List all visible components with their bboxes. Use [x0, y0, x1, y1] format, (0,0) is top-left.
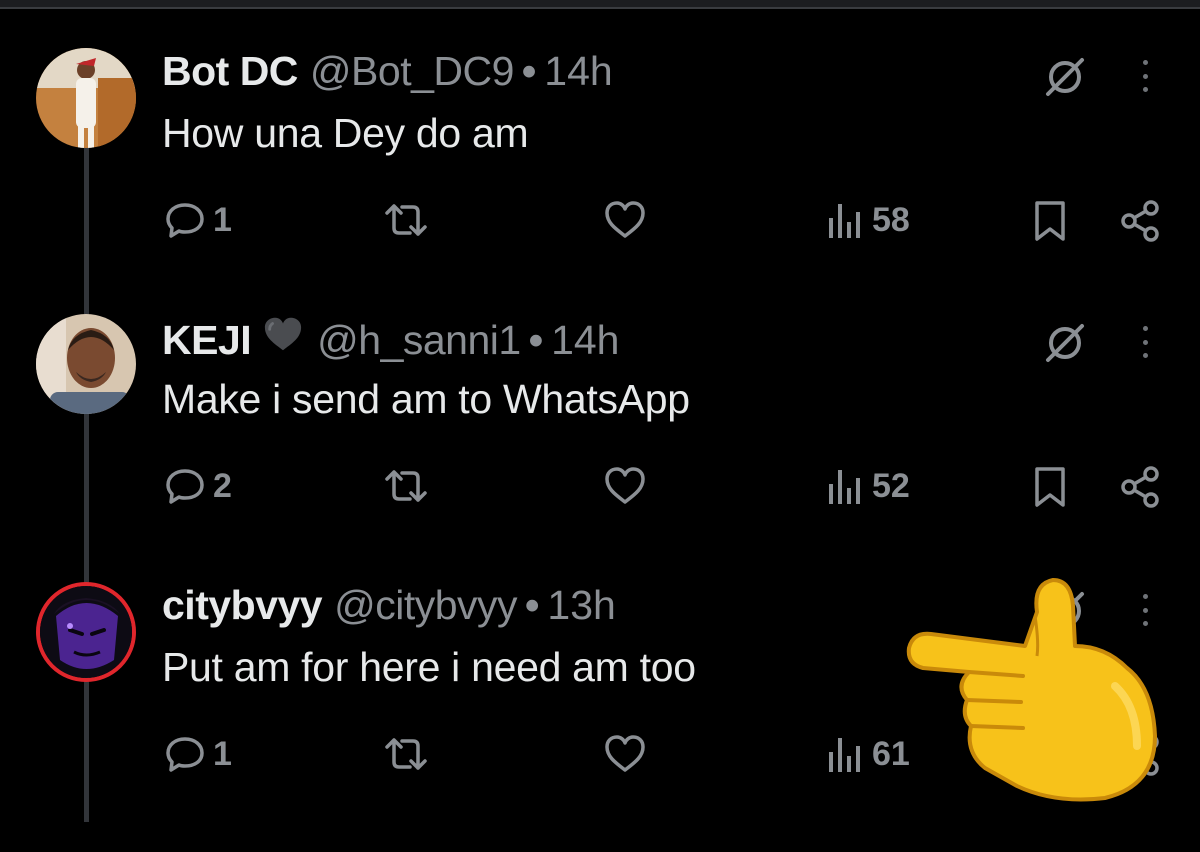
tweet-header: citybvyy @citybvyy • 13h: [162, 582, 616, 638]
tweet-text: How una Dey do am: [162, 110, 529, 156]
reply-button[interactable]: 2: [163, 464, 232, 508]
views-icon: [829, 470, 860, 504]
reply-count: 1: [213, 200, 232, 239]
share-button[interactable]: [1117, 464, 1163, 510]
reply-icon: [166, 203, 204, 238]
bookmark-button[interactable]: [1030, 198, 1070, 244]
like-button[interactable]: [602, 732, 648, 776]
like-icon: [605, 201, 645, 238]
view-count: 58: [872, 200, 910, 239]
retweet-icon: [385, 470, 427, 502]
reply-count: 1: [213, 734, 232, 773]
like-icon: [605, 467, 645, 504]
retweet-button[interactable]: [382, 732, 430, 776]
pointing-hand-emoji-icon: [905, 576, 1165, 806]
tweet-text: Put am for here i need am too: [162, 644, 696, 690]
like-icon: [605, 735, 645, 772]
black-heart-icon: [261, 314, 305, 359]
like-button[interactable]: [602, 464, 648, 508]
more-icon[interactable]: [1130, 320, 1160, 364]
bookmark-button[interactable]: [1030, 464, 1070, 510]
retweet-icon: [385, 738, 427, 770]
reply-icon: [166, 737, 204, 772]
tweet-actions: 2 52: [0, 464, 1200, 520]
separator-dot: •: [528, 317, 544, 363]
retweet-button[interactable]: [382, 198, 430, 242]
views-button[interactable]: 61: [826, 732, 910, 776]
tweet-header: Bot DC @Bot_DC9 • 14h: [162, 48, 613, 104]
tweet-text: Make i send am to WhatsApp: [162, 376, 690, 422]
display-name[interactable]: Bot DC: [162, 48, 298, 95]
timestamp[interactable]: 13h: [547, 582, 615, 629]
user-handle[interactable]: @h_sanni1: [317, 317, 521, 364]
tweet-actions: 1 58: [0, 198, 1200, 254]
share-icon: [1121, 466, 1159, 508]
reply-button[interactable]: 1: [163, 732, 232, 776]
separator-dot: •: [525, 582, 540, 628]
timestamp[interactable]: 14h: [544, 48, 612, 95]
views-icon: [829, 204, 860, 238]
retweet-button[interactable]: [382, 464, 430, 508]
view-count: 52: [872, 466, 910, 505]
display-name[interactable]: KEJI: [162, 317, 252, 364]
timestamp[interactable]: 14h: [551, 317, 619, 364]
tweet-header: KEJI @h_sanni1 • 14h: [162, 314, 619, 370]
views-icon: [829, 738, 860, 772]
like-button[interactable]: [602, 198, 648, 242]
user-handle[interactable]: @citybvyy: [334, 582, 517, 629]
views-button[interactable]: 58: [826, 198, 910, 242]
reply-count: 2: [213, 466, 232, 505]
user-handle[interactable]: @Bot_DC9: [310, 48, 514, 95]
tweet[interactable]: KEJI @h_sanni1 • 14h Make i send am to W…: [0, 314, 1200, 584]
reply-button[interactable]: 1: [163, 198, 232, 242]
avatar[interactable]: [36, 48, 136, 148]
retweet-icon: [385, 204, 427, 236]
bookmark-icon: [1035, 467, 1065, 507]
grok-icon[interactable]: [1040, 318, 1090, 368]
views-button[interactable]: 52: [826, 464, 910, 508]
separator-dot: •: [521, 48, 537, 94]
share-icon: [1121, 200, 1159, 242]
share-button[interactable]: [1117, 198, 1163, 244]
more-icon[interactable]: [1130, 54, 1160, 98]
display-name[interactable]: citybvyy: [162, 582, 323, 629]
tweet[interactable]: Bot DC @Bot_DC9 • 14h How una Dey do am …: [0, 48, 1200, 318]
avatar[interactable]: [36, 314, 136, 414]
reply-icon: [166, 469, 204, 504]
avatar[interactable]: [36, 582, 136, 682]
grok-icon[interactable]: [1040, 52, 1090, 102]
bookmark-icon: [1035, 201, 1065, 241]
top-divider: [0, 0, 1200, 9]
